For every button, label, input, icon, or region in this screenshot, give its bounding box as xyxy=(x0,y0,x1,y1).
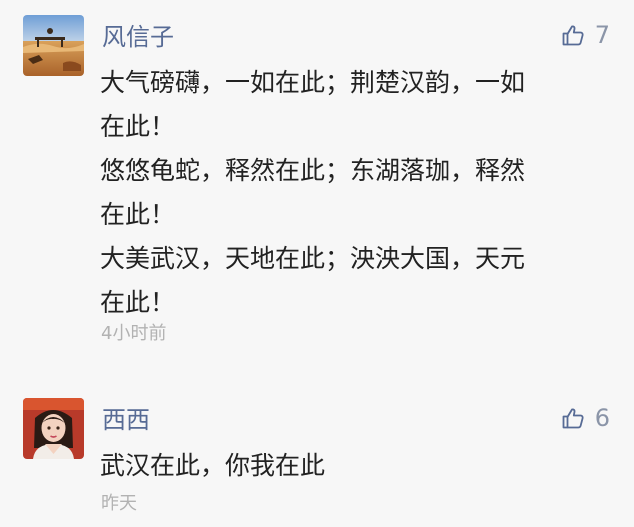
thumbs-up-icon xyxy=(562,408,584,429)
like-button[interactable]: 6 xyxy=(561,403,610,433)
avatar-image xyxy=(23,398,84,459)
comment-line: 武汉在此，你我在此 xyxy=(100,451,326,480)
like-count: 6 xyxy=(594,404,610,432)
comment-time: 昨天 xyxy=(101,493,137,514)
comment-text: 武汉在此，你我在此 xyxy=(100,444,600,488)
comment-item: 西西 6 武汉在此，你我在此 昨天 xyxy=(0,0,634,527)
nickname[interactable]: 西西 xyxy=(102,405,150,435)
avatar[interactable] xyxy=(23,398,84,459)
